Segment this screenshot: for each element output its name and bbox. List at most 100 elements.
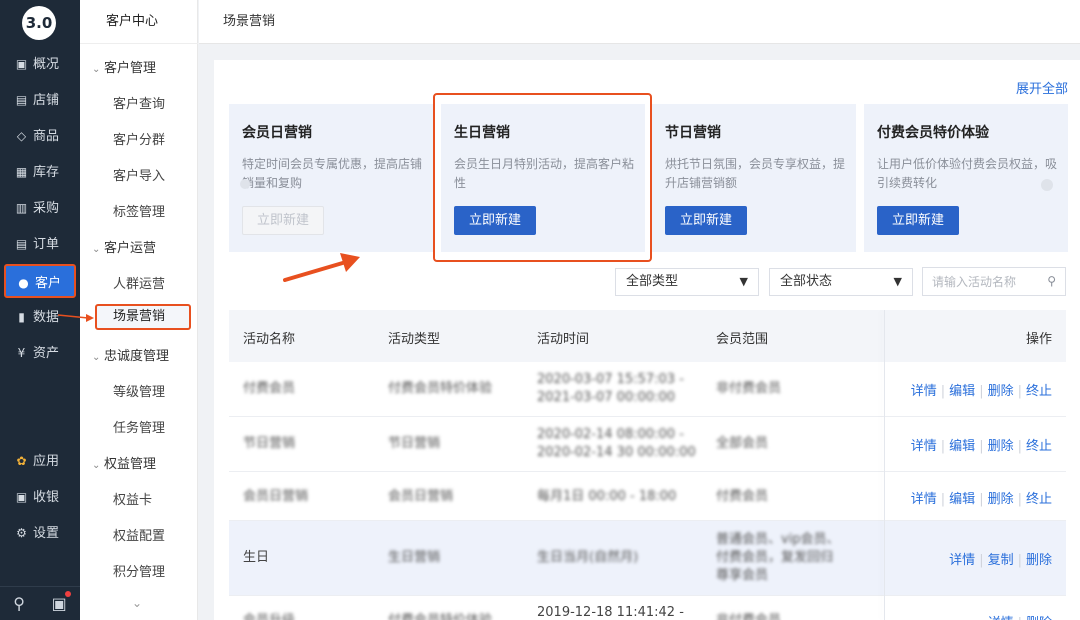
activity-name: 生日 bbox=[243, 550, 270, 565]
sub-group-loyalty[interactable]: ⌄ 忠诚度管理 bbox=[92, 345, 169, 364]
nav-item-cashier[interactable]: ▣ 收银 bbox=[0, 480, 80, 514]
create-button[interactable]: 立即新建 bbox=[665, 206, 747, 235]
search-icon[interactable]: ⚲ bbox=[13, 594, 25, 613]
terminate-link[interactable]: 终止 bbox=[1026, 384, 1052, 399]
delete-link[interactable]: 删除 bbox=[988, 492, 1014, 507]
chevron-down-icon: ⌄ bbox=[92, 352, 101, 363]
nav-label: 应用 bbox=[33, 454, 60, 469]
create-button[interactable]: 立即新建 bbox=[242, 206, 324, 235]
edit-link[interactable]: 编辑 bbox=[949, 492, 975, 507]
activity-time: 每月1日 00:00 - 18:00 bbox=[537, 489, 677, 504]
sub-group-benefits[interactable]: ⌄ 权益管理 bbox=[92, 453, 156, 472]
activity-time: 2020-02-14 08:00:00 - bbox=[537, 427, 684, 442]
table-row: 付费会员 付费会员特价体验 2020-03-07 15:57:03 - 2021… bbox=[229, 362, 1066, 417]
app-logo[interactable]: 3.0 bbox=[22, 6, 56, 40]
sub-group-label: 客户管理 bbox=[104, 61, 157, 76]
sub-group-customer-ops[interactable]: ⌄ 客户运营 bbox=[92, 237, 156, 256]
terminate-link[interactable]: 终止 bbox=[1026, 492, 1052, 507]
member-scope: 普通会员、vip会员、 bbox=[716, 532, 840, 547]
nav-item-purchase[interactable]: ▥ 采购 bbox=[0, 191, 80, 225]
activity-time: 2020-03-07 15:57:03 - bbox=[537, 372, 684, 387]
nav-item-customer[interactable]: ● 客户 bbox=[4, 264, 76, 298]
nav-item-overview[interactable]: ▣ 概况 bbox=[0, 47, 80, 81]
nav-item-store[interactable]: ▤ 店铺 bbox=[0, 83, 80, 117]
activity-type: 付费会员特价体验 bbox=[388, 612, 492, 620]
sub-nav: 客户中心 ⌄ 客户管理 客户查询 客户分群 客户导入 标签管理 ⌄ 客户运营 人群运… bbox=[80, 0, 198, 620]
chevron-down-icon[interactable]: ⌄ bbox=[132, 596, 142, 610]
nav-item-goods[interactable]: ◇ 商品 bbox=[0, 119, 80, 153]
notification-dot bbox=[64, 591, 71, 597]
copy-link[interactable]: 复制 bbox=[988, 553, 1014, 568]
member-scope: 非付费会员 bbox=[716, 381, 782, 396]
search-icon[interactable]: ⚲ bbox=[1047, 274, 1056, 288]
detail-link[interactable]: 详情 bbox=[988, 616, 1014, 620]
main-nav: 3.0 ▣ 概况 ▤ 店铺 ◇ 商品 ▦ 库存 ▥ 采购 ▤ 订单 ● 客户 ▮ 数据 ¥ 资产 … bbox=[0, 0, 80, 620]
sub-item-scene-marketing[interactable]: 场景营销 bbox=[95, 304, 191, 330]
type-filter-select[interactable]: 全部类型 ▼ bbox=[615, 268, 759, 296]
detail-link[interactable]: 详情 bbox=[949, 553, 975, 568]
edit-link[interactable]: 编辑 bbox=[949, 384, 975, 399]
sub-item-points-mgmt[interactable]: 积分管理 bbox=[113, 561, 165, 580]
sub-group-label: 权益管理 bbox=[104, 457, 157, 472]
caret-down-icon: ▼ bbox=[893, 275, 902, 288]
sub-item-tag-mgmt[interactable]: 标签管理 bbox=[113, 201, 165, 220]
sub-group-customer-mgmt[interactable]: ⌄ 客户管理 bbox=[92, 57, 156, 76]
apps-icon: ✿ bbox=[16, 454, 27, 468]
nav-label: 收银 bbox=[33, 490, 60, 505]
table-row: 会员升级 付费会员特价体验 2019-12-18 11:41:42 - 非付费会… bbox=[229, 596, 1066, 620]
gear-icon: ⚙ bbox=[16, 526, 27, 540]
status-filter-select[interactable]: 全部状态 ▼ bbox=[769, 268, 913, 296]
sub-item-benefit-card[interactable]: 权益卡 bbox=[113, 489, 152, 508]
create-button[interactable]: 立即新建 bbox=[877, 206, 959, 235]
detail-link[interactable]: 详情 bbox=[911, 384, 937, 399]
sub-item-task-mgmt[interactable]: 任务管理 bbox=[113, 417, 165, 436]
annotation-pointer-icon bbox=[58, 314, 94, 322]
activity-name: 会员日营销 bbox=[243, 489, 309, 504]
cashier-icon: ▣ bbox=[15, 490, 28, 504]
carousel-next-dot[interactable] bbox=[1041, 179, 1053, 191]
card-desc: 特定时间会员专属优惠，提高店铺销量和复购 bbox=[242, 157, 423, 190]
terminate-link[interactable]: 终止 bbox=[1026, 439, 1052, 454]
sub-group-label: 客户运营 bbox=[104, 241, 157, 256]
purchase-icon: ▥ bbox=[15, 201, 28, 215]
scene-card-paid-member-trial: 付费会员特价体验 让用户低价体验付费会员权益，吸引续费转化 立即新建 bbox=[864, 104, 1068, 252]
column-header: 活动时间 bbox=[537, 332, 590, 347]
nav-footer: ⚲ ▣ bbox=[0, 586, 80, 620]
carousel-prev-dot[interactable] bbox=[240, 179, 250, 189]
nav-item-apps[interactable]: ✿ 应用 bbox=[0, 444, 80, 478]
nav-item-assets[interactable]: ¥ 资产 bbox=[0, 336, 80, 370]
delete-link[interactable]: 删除 bbox=[988, 439, 1014, 454]
expand-all-link[interactable]: 展开全部 bbox=[1016, 78, 1068, 97]
sub-item-customer-query[interactable]: 客户查询 bbox=[113, 93, 165, 112]
nav-label: 概况 bbox=[33, 57, 60, 72]
sub-item-customer-segment[interactable]: 客户分群 bbox=[113, 129, 165, 148]
sub-item-level-mgmt[interactable]: 等级管理 bbox=[113, 381, 165, 400]
activity-search: ⚲ bbox=[922, 267, 1066, 296]
nav-item-order[interactable]: ▤ 订单 bbox=[0, 227, 80, 261]
delete-link[interactable]: 删除 bbox=[988, 384, 1014, 399]
nav-item-inventory[interactable]: ▦ 库存 bbox=[0, 155, 80, 189]
activity-type: 付费会员特价体验 bbox=[388, 381, 493, 396]
edit-link[interactable]: 编辑 bbox=[949, 439, 975, 454]
delete-link[interactable]: 删除 bbox=[1026, 553, 1052, 568]
detail-link[interactable]: 详情 bbox=[911, 439, 937, 454]
member-scope: 付费会员 bbox=[716, 489, 769, 504]
tag-icon: ◇ bbox=[16, 129, 27, 143]
member-scope: 全部会员 bbox=[716, 436, 769, 451]
sub-item-crowd-ops[interactable]: 人群运营 bbox=[113, 273, 165, 292]
monitor-icon: ▣ bbox=[15, 57, 28, 71]
fixed-column-divider bbox=[884, 310, 885, 620]
row-actions: 详情 | 复制 | 删除 bbox=[949, 553, 1052, 568]
page-header: 场景营销 bbox=[199, 0, 1080, 44]
activity-time: 2020-02-14 30 00:00:00 bbox=[537, 445, 696, 460]
search-input[interactable] bbox=[923, 268, 1033, 295]
nav-item-settings[interactable]: ⚙ 设置 bbox=[0, 516, 80, 550]
sub-item-customer-import[interactable]: 客户导入 bbox=[113, 165, 165, 184]
chart-icon: ▮ bbox=[18, 310, 25, 324]
detail-link[interactable]: 详情 bbox=[911, 492, 937, 507]
column-header: 活动类型 bbox=[388, 332, 441, 347]
delete-link[interactable]: 删除 bbox=[1026, 616, 1052, 620]
row-actions: 详情 | 编辑 | 删除 | 终止 bbox=[910, 439, 1052, 454]
message-icon[interactable]: ▣ bbox=[52, 591, 71, 613]
sub-item-benefit-config[interactable]: 权益配置 bbox=[113, 525, 165, 544]
